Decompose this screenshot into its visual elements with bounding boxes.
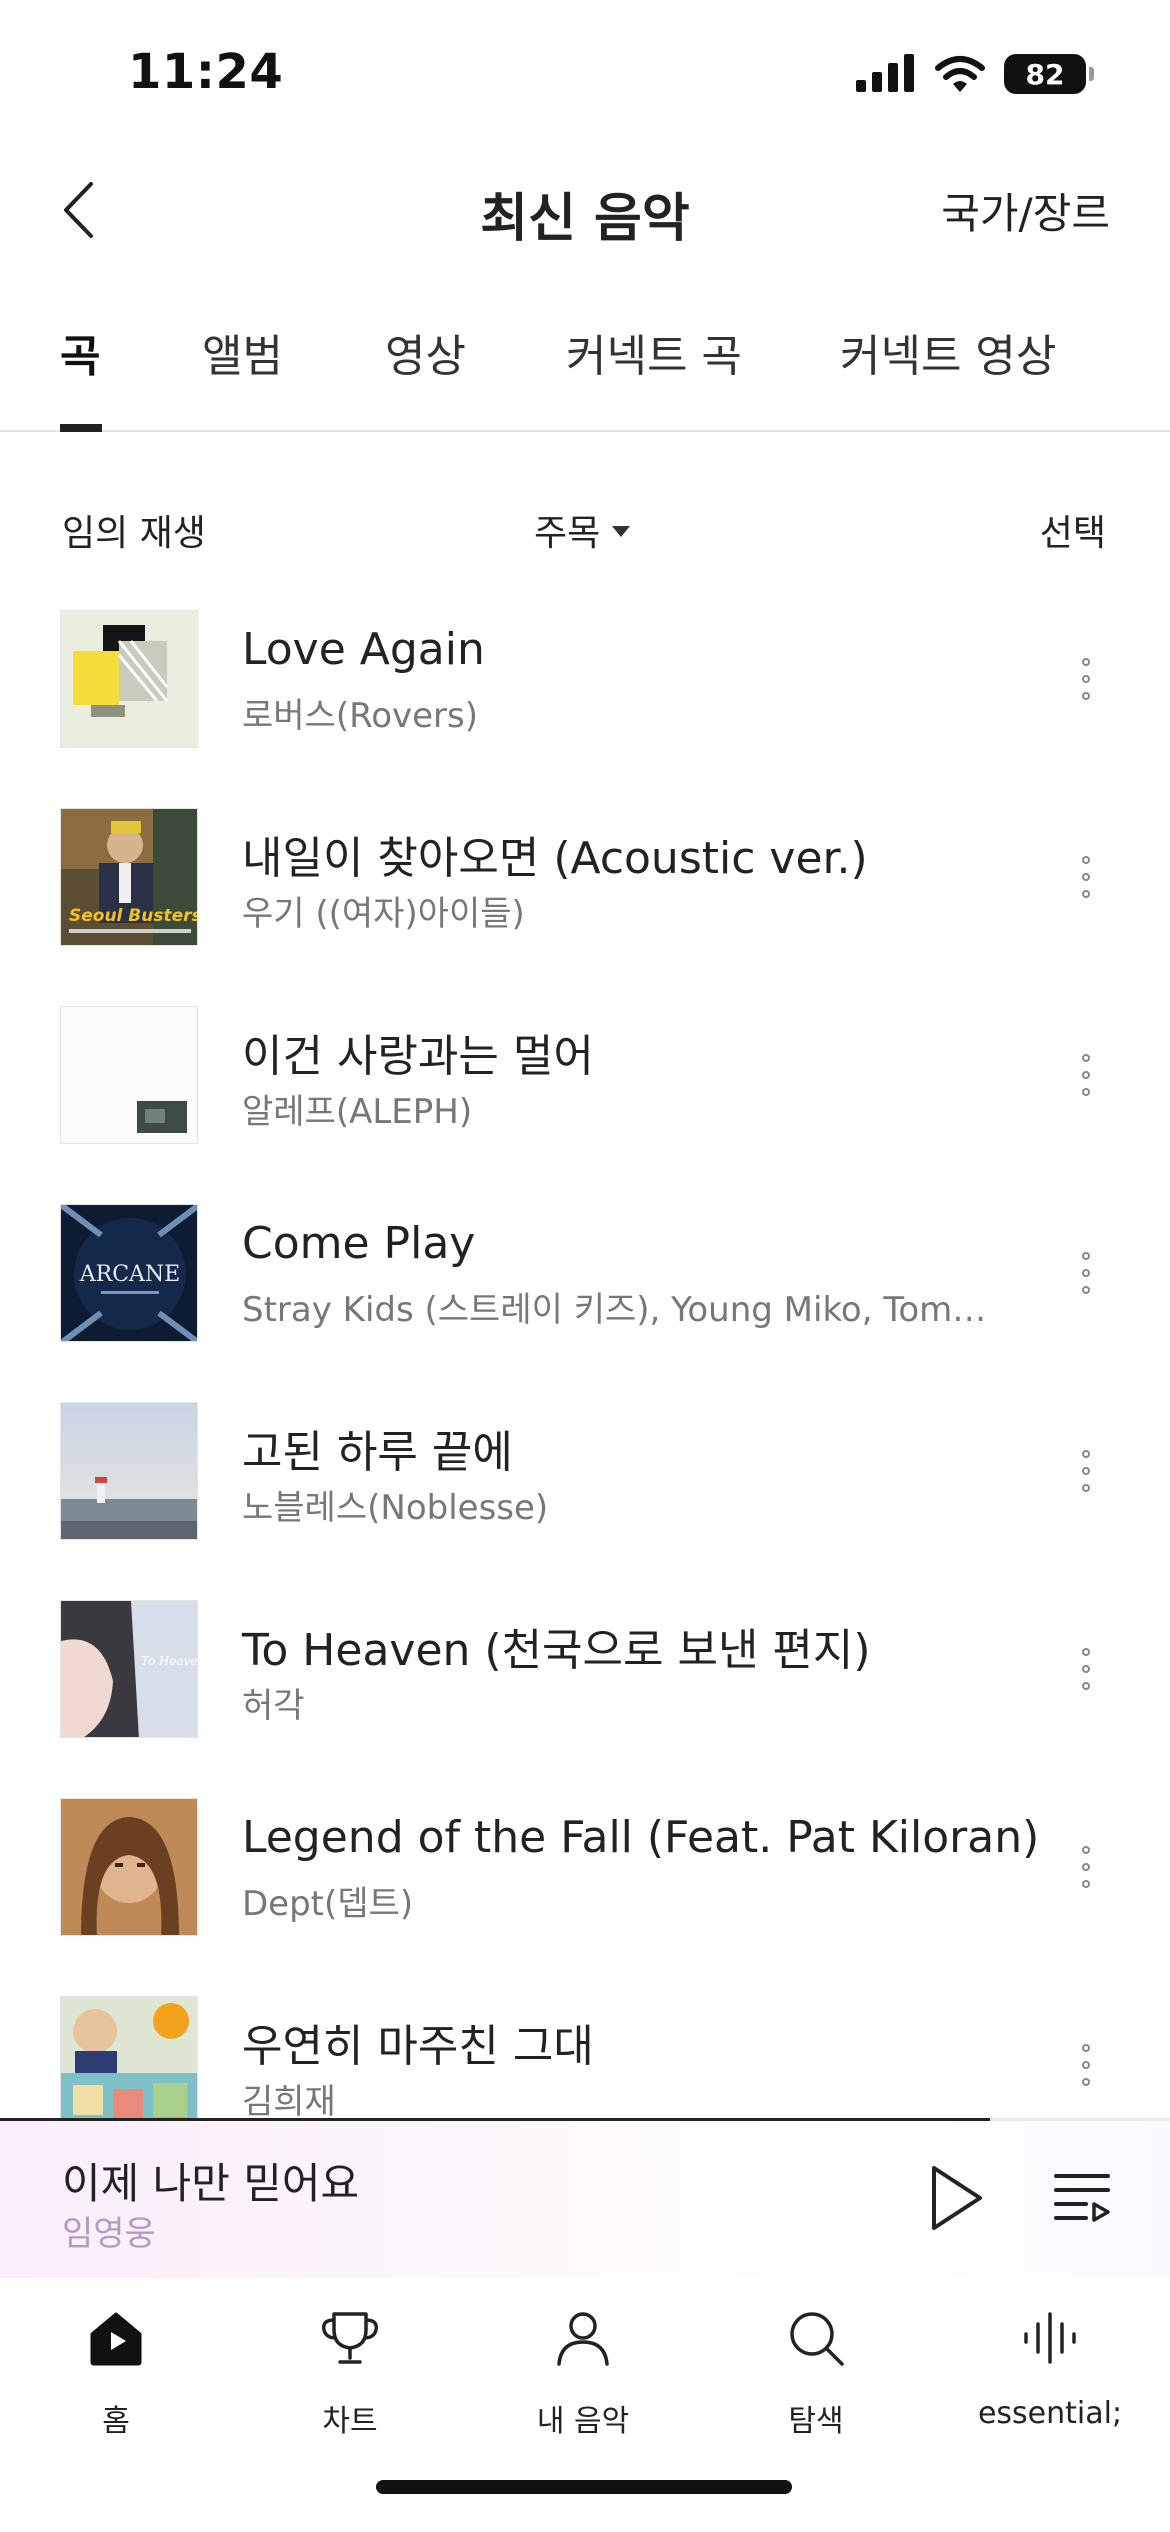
song-list: Love Again 로버스(Rovers) Seoul Busters 내일이 (0, 580, 1170, 2118)
song-row[interactable]: 이건 사랑과는 멀어 알레프(ALEPH) (0, 976, 1170, 1174)
album-art (60, 1798, 198, 1936)
art-text-arcane: ARCANE (79, 1262, 180, 1287)
song-artist: 우기 ((여자)아이들) (242, 894, 525, 934)
song-title: To Heaven (천국으로 보낸 편지) (242, 1625, 871, 1676)
song-row[interactable]: Seoul Busters 내일이 찾아오면 (Acoustic ver.) 우… (0, 778, 1170, 976)
song-artist: Stray Kids (스트레이 키즈), Young Miko, Tom… (242, 1290, 987, 1330)
tab-connect-videos[interactable]: 커넥트 영상 (840, 320, 1056, 384)
song-artist: 로버스(Rovers) (242, 696, 478, 736)
nav-label: 내 음악 (536, 2404, 630, 2439)
nav-label: 홈 (102, 2404, 130, 2439)
song-title: 이건 사랑과는 멀어 (242, 1031, 594, 1082)
song-title: Love Again (242, 624, 485, 675)
more-options-icon[interactable] (1066, 1634, 1106, 1704)
album-art (60, 1402, 198, 1540)
album-art (60, 610, 198, 748)
song-row[interactable]: Love Again 로버스(Rovers) (0, 580, 1170, 778)
sort-dropdown[interactable]: 주목 (534, 504, 631, 556)
more-options-icon[interactable] (1066, 2030, 1106, 2100)
battery-icon: 82 (1004, 54, 1094, 94)
list-controls: 임의 재생 주목 선택 (0, 496, 1170, 556)
tab-songs[interactable]: 곡 (60, 320, 100, 384)
song-artist: Dept(뎁트) (242, 1884, 414, 1924)
playback-progress (0, 2118, 990, 2121)
caret-down-icon (612, 525, 631, 537)
status-icons: 82 (856, 54, 1094, 94)
sort-label: 주목 (534, 513, 601, 554)
nav-home[interactable]: 홈 (26, 2302, 206, 2440)
now-playing-title: 이제 나만 믿어요 (62, 2159, 360, 2208)
nav-my-music[interactable]: 내 음악 (493, 2302, 673, 2440)
nav-label: essential; (977, 2396, 1123, 2431)
playlist-icon (1054, 2174, 1110, 2222)
more-options-icon[interactable] (1066, 1832, 1106, 1902)
play-icon (932, 2166, 982, 2230)
header: 최신 음악 국가/장르 (0, 150, 1170, 270)
bottom-nav: 홈 차트 내 음악 탐색 essential; (0, 2278, 1170, 2478)
album-art: ARCANE (60, 1204, 198, 1342)
song-title: Legend of the Fall (Feat. Pat Kiloran) (242, 1812, 1040, 1863)
nav-chart[interactable]: 차트 (260, 2302, 440, 2440)
nav-label: 탐색 (788, 2404, 844, 2439)
nav-essential[interactable]: essential; (960, 2302, 1140, 2431)
shuffle-play-button[interactable]: 임의 재생 (62, 504, 206, 556)
select-button[interactable]: 선택 (1040, 504, 1106, 556)
more-options-icon[interactable] (1066, 644, 1106, 714)
active-tab-indicator (60, 424, 102, 432)
song-artist: 김희재 (242, 2082, 336, 2118)
album-art: To Heaven (60, 1600, 198, 1738)
nav-explore[interactable]: 탐색 (726, 2302, 906, 2440)
art-text-seoul-busters: Seoul Busters (69, 906, 198, 926)
playback-progress-track (990, 2118, 1170, 2121)
search-icon (780, 2302, 852, 2374)
country-genre-link[interactable]: 국가/장르 (941, 180, 1110, 241)
song-artist: 알레프(ALEPH) (242, 1092, 473, 1132)
more-options-icon[interactable] (1066, 842, 1106, 912)
song-row[interactable]: 우연히 마주친 그대 김희재 (0, 1966, 1170, 2118)
song-title: 내일이 찾아오면 (Acoustic ver.) (242, 833, 868, 884)
song-row[interactable]: To Heaven To Heaven (천국으로 보낸 편지) 허각 (0, 1570, 1170, 1768)
playlist-button[interactable] (1050, 2164, 1114, 2228)
song-title: Come Play (242, 1218, 476, 1269)
waveform-icon (1014, 2302, 1086, 2374)
song-artist: 노블레스(Noblesse) (242, 1488, 549, 1528)
cellular-signal-icon (856, 54, 914, 92)
album-art (60, 1006, 198, 1144)
song-title: 우연히 마주친 그대 (242, 2021, 594, 2072)
screen: 11:24 82 최신 음악 국가/장르 곡 앨범 영상 커넥트 곡 커넥트 영… (0, 0, 1170, 2532)
song-title: 고된 하루 끝에 (242, 1427, 513, 1478)
home-icon (80, 2302, 152, 2374)
status-time: 11:24 (128, 44, 284, 100)
more-options-icon[interactable] (1066, 1238, 1106, 1308)
song-artist: 허각 (242, 1686, 305, 1726)
more-options-icon[interactable] (1066, 1436, 1106, 1506)
song-row[interactable]: Legend of the Fall (Feat. Pat Kiloran) D… (0, 1768, 1170, 1966)
play-button[interactable] (924, 2162, 988, 2234)
album-art: Seoul Busters (60, 808, 198, 946)
nav-label: 차트 (322, 2404, 378, 2439)
tab-connect-songs[interactable]: 커넥트 곡 (566, 320, 742, 384)
person-icon (547, 2302, 619, 2374)
song-row[interactable]: ARCANE Come Play Stray Kids (스트레이 키즈), Y… (0, 1174, 1170, 1372)
wifi-icon (935, 56, 985, 92)
album-art (60, 1996, 198, 2118)
more-options-icon[interactable] (1066, 1040, 1106, 1110)
tab-albums[interactable]: 앨범 (202, 320, 283, 384)
mini-player[interactable]: 이제 나만 믿어요 임영웅 (0, 2118, 1170, 2278)
status-bar: 11:24 82 (0, 0, 1170, 150)
home-indicator[interactable] (376, 2480, 792, 2494)
song-row[interactable]: 고된 하루 끝에 노블레스(Noblesse) (0, 1372, 1170, 1570)
trophy-icon (314, 2302, 386, 2374)
tab-videos[interactable]: 영상 (385, 320, 466, 384)
now-playing-artist: 임영웅 (62, 2214, 156, 2254)
art-text-to-heaven: To Heaven (141, 1654, 198, 1668)
tab-bar: 곡 앨범 영상 커넥트 곡 커넥트 영상 (0, 300, 1170, 432)
battery-level: 82 (1025, 57, 1065, 91)
